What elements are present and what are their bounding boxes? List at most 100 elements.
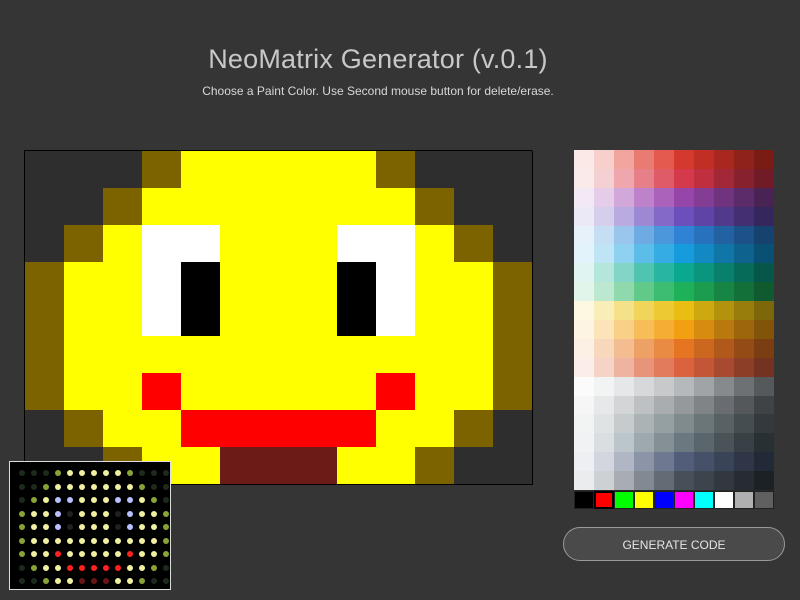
basic-color-swatch[interactable] [594,491,614,510]
palette-swatch[interactable] [614,225,634,245]
matrix-cell[interactable] [493,299,533,337]
matrix-cell[interactable] [259,262,299,300]
palette-swatch[interactable] [594,433,614,453]
palette-swatch[interactable] [574,452,594,472]
palette-swatch[interactable] [654,395,674,415]
matrix-cell[interactable] [181,447,221,485]
palette-swatch[interactable] [754,376,774,396]
palette-swatch[interactable] [634,225,654,245]
matrix-cell[interactable] [337,447,377,485]
palette-swatch[interactable] [734,263,754,283]
palette-swatch[interactable] [614,395,634,415]
palette-swatch[interactable] [594,263,614,283]
palette-swatch[interactable] [654,338,674,358]
palette-swatch[interactable] [674,452,694,472]
matrix-cell[interactable] [298,225,338,263]
palette-swatch[interactable] [634,168,654,188]
matrix-cell[interactable] [415,151,455,189]
basic-color-swatch[interactable] [694,491,714,510]
palette-swatch[interactable] [574,168,594,188]
matrix-cell[interactable] [259,410,299,448]
palette-swatch[interactable] [714,301,734,321]
palette-swatch[interactable] [654,320,674,339]
basic-color-swatch[interactable] [714,491,734,510]
matrix-cell[interactable] [415,336,455,374]
matrix-cell[interactable] [415,225,455,263]
matrix-cell[interactable] [415,373,455,411]
palette-swatch[interactable] [594,187,614,207]
palette-swatch[interactable] [594,395,614,415]
palette-swatch[interactable] [754,225,774,245]
palette-swatch[interactable] [734,187,754,207]
palette-swatch[interactable] [694,452,714,472]
palette-swatch[interactable] [594,150,614,169]
matrix-cell[interactable] [493,336,533,374]
palette-swatch[interactable] [714,433,734,453]
palette-swatch[interactable] [734,225,754,245]
matrix-cell[interactable] [415,410,455,448]
palette-swatch[interactable] [674,395,694,415]
palette-swatch[interactable] [674,168,694,188]
palette-swatches[interactable] [574,150,774,491]
palette-swatch[interactable] [614,206,634,226]
basic-colors-row[interactable] [574,491,774,510]
palette-swatch[interactable] [694,150,714,169]
palette-swatch[interactable] [634,263,654,283]
palette-swatch[interactable] [754,471,774,491]
palette-swatch[interactable] [734,282,754,302]
palette-swatch[interactable] [674,414,694,434]
matrix-cell[interactable] [415,299,455,337]
palette-swatch[interactable] [694,433,714,453]
matrix-cell[interactable] [142,262,182,300]
palette-swatch[interactable] [714,376,734,396]
matrix-cell[interactable] [454,151,494,189]
palette-swatch[interactable] [694,206,714,226]
palette-swatch[interactable] [654,357,674,377]
palette-swatch[interactable] [754,206,774,226]
palette-swatch[interactable] [674,282,694,302]
palette-swatch[interactable] [734,414,754,434]
palette-swatch[interactable] [574,187,594,207]
palette-swatch[interactable] [594,338,614,358]
matrix-cell[interactable] [259,299,299,337]
matrix-cell[interactable] [376,447,416,485]
palette-swatch[interactable] [694,225,714,245]
palette-swatch[interactable] [754,395,774,415]
matrix-cell[interactable] [25,410,65,448]
matrix-cell[interactable] [298,373,338,411]
palette-swatch[interactable] [574,225,594,245]
palette-swatch[interactable] [614,301,634,321]
palette-swatch[interactable] [694,320,714,339]
palette-swatch[interactable] [574,395,594,415]
palette-swatch[interactable] [714,244,734,264]
matrix-cell[interactable] [337,262,377,300]
matrix-cell[interactable] [64,410,104,448]
palette-swatch[interactable] [654,168,674,188]
palette-swatch[interactable] [614,338,634,358]
matrix-cell[interactable] [103,151,143,189]
palette-swatch[interactable] [674,357,694,377]
matrix-cell[interactable] [493,373,533,411]
palette-swatch[interactable] [614,282,634,302]
palette-swatch[interactable] [754,187,774,207]
matrix-cell[interactable] [337,373,377,411]
matrix-cell[interactable] [64,373,104,411]
matrix-cell[interactable] [181,262,221,300]
palette-swatch[interactable] [674,187,694,207]
matrix-cell[interactable] [142,410,182,448]
matrix-cell[interactable] [220,336,260,374]
matrix-cell[interactable] [220,151,260,189]
palette-swatch[interactable] [734,206,754,226]
palette-swatch[interactable] [634,357,654,377]
palette-swatch[interactable] [654,244,674,264]
matrix-cell[interactable] [259,151,299,189]
matrix-cell[interactable] [493,151,533,189]
matrix-cell[interactable] [25,299,65,337]
palette-swatch[interactable] [654,376,674,396]
matrix-cell[interactable] [454,373,494,411]
palette-swatch[interactable] [714,282,734,302]
palette-swatch[interactable] [634,301,654,321]
palette-swatch[interactable] [734,395,754,415]
matrix-cell[interactable] [298,410,338,448]
palette-swatch[interactable] [574,282,594,302]
